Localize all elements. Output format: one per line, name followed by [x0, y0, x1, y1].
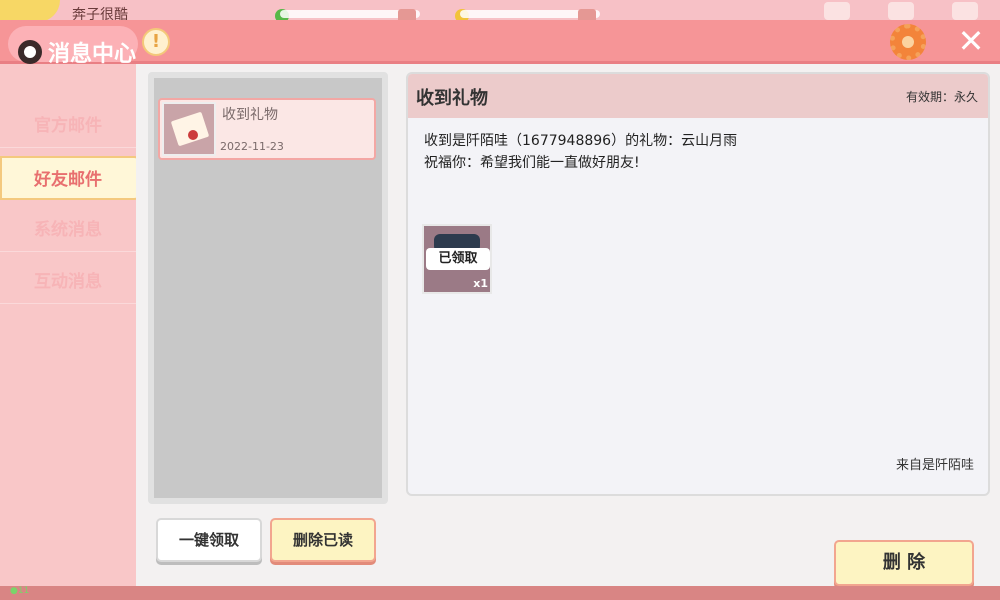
top-status-bar: 奔子很酷: [0, 0, 1000, 23]
shop-icon[interactable]: [952, 2, 978, 20]
gift-item-slot[interactable]: 已领取 x1: [422, 224, 492, 294]
message-center-panel: 消息中心 ! ✕ 官方邮件 好友邮件 系统消息 互动消息 收到礼物 2022-1…: [0, 20, 1000, 586]
title-bar: 消息中心 ! ✕: [0, 20, 1000, 67]
sidebar: 官方邮件 好友邮件 系统消息 互动消息: [0, 64, 142, 586]
claimed-badge: 已领取: [426, 248, 490, 270]
message-line-2: 祝福你：希望我们能一直做好朋友!: [424, 155, 640, 171]
footer-text: ●11: [10, 586, 30, 596]
list-item[interactable]: 收到礼物 2022-11-23: [158, 98, 376, 160]
title-badge-icon: [18, 40, 42, 64]
tab-friend-mail[interactable]: 好友邮件: [0, 156, 142, 200]
item-quantity: x1: [473, 277, 488, 290]
claim-all-button[interactable]: 一键领取: [156, 518, 262, 562]
validity-text: 有效期：永久: [905, 90, 978, 104]
mail-list: 收到礼物 2022-11-23: [148, 72, 388, 504]
message-line-1: 收到是阡陌哇（1677948896）的礼物：云山月雨: [424, 133, 738, 149]
content-area: 收到礼物 2022-11-23 一键领取 删除已读 收到礼物 有效期：永久 收到…: [136, 64, 1000, 586]
info-icon[interactable]: !: [142, 28, 170, 56]
envelope-icon: [162, 102, 216, 156]
mail-item-date: 2022-11-23: [220, 140, 284, 153]
gear-icon[interactable]: [890, 24, 926, 60]
delete-button[interactable]: 删 除: [834, 540, 974, 586]
gift-icon[interactable]: [824, 2, 850, 20]
tab-official-mail[interactable]: 官方邮件: [0, 104, 136, 148]
delete-read-button[interactable]: 删除已读: [270, 518, 376, 562]
sender-text: 来自是阡陌哇: [895, 458, 974, 473]
mail-detail: 收到礼物 有效期：永久 收到是阡陌哇（1677948896）的礼物：云山月雨 祝…: [406, 72, 990, 496]
mail-item-title: 收到礼物: [222, 107, 278, 123]
footer-strip: ●11: [0, 586, 1000, 600]
title-bubble: 消息中心: [8, 26, 138, 67]
mail-icon[interactable]: [888, 2, 914, 20]
mail-detail-header: 收到礼物 有效期：永久: [408, 74, 988, 118]
mail-detail-title: 收到礼物: [416, 88, 488, 109]
tab-system-messages[interactable]: 系统消息: [0, 208, 136, 252]
tab-interaction-messages[interactable]: 互动消息: [0, 260, 136, 304]
player-avatar[interactable]: [0, 0, 60, 22]
close-icon[interactable]: ✕: [953, 22, 989, 60]
